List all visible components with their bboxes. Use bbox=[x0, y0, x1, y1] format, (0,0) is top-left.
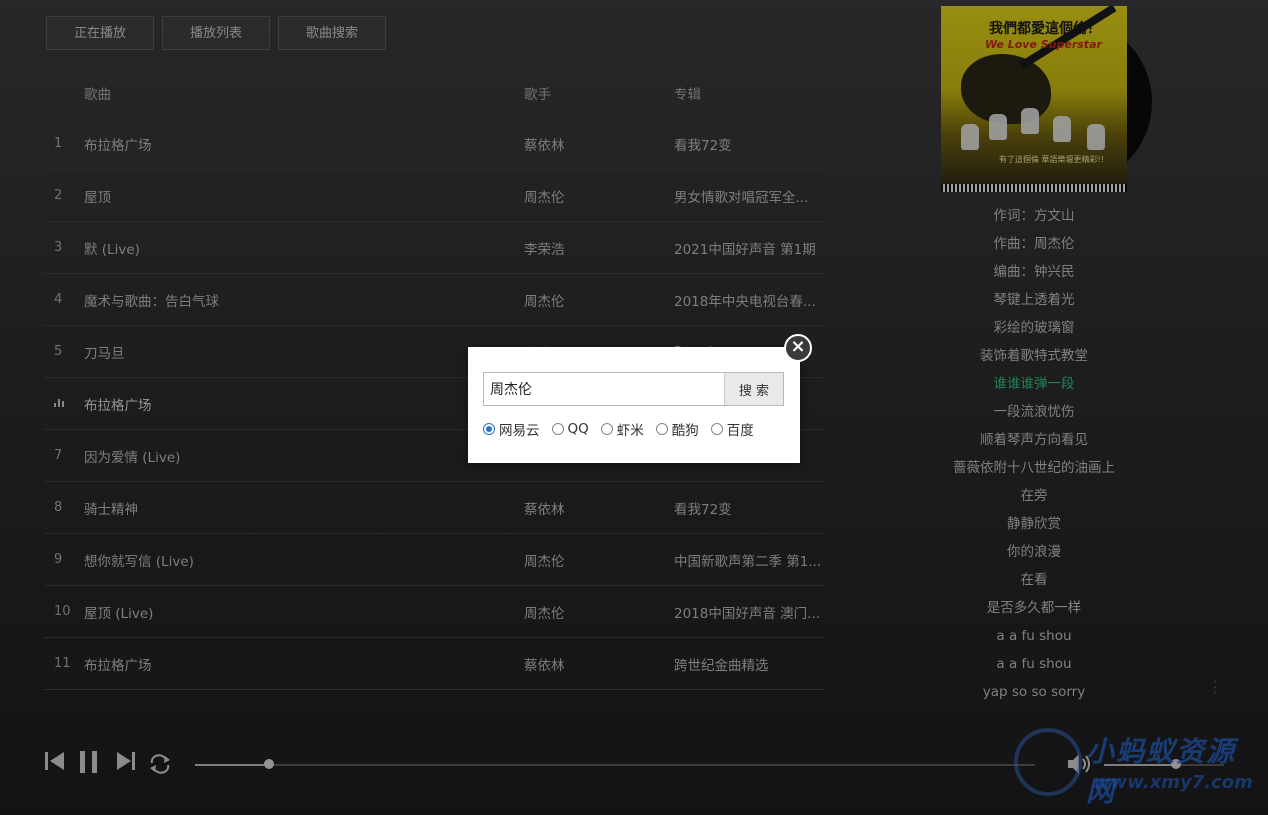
radio-icon[interactable] bbox=[600, 423, 613, 435]
search-button[interactable]: 搜 索 bbox=[724, 373, 783, 405]
source-label: 虾米 bbox=[616, 423, 644, 439]
radio-icon[interactable] bbox=[551, 423, 564, 435]
radio-icon[interactable] bbox=[655, 423, 668, 435]
search-row: 搜 索 bbox=[483, 372, 784, 406]
source-option[interactable]: 虾米 bbox=[600, 419, 644, 439]
radio-icon[interactable] bbox=[483, 423, 495, 435]
source-label: 网易云 bbox=[499, 423, 540, 439]
source-option[interactable]: 百度 bbox=[710, 419, 754, 439]
close-icon[interactable]: × bbox=[784, 334, 812, 362]
source-label: QQ bbox=[567, 421, 589, 437]
source-option[interactable]: QQ bbox=[551, 419, 589, 439]
source-option[interactable]: 网易云 bbox=[483, 419, 540, 439]
search-input[interactable] bbox=[484, 373, 724, 405]
source-label: 百度 bbox=[726, 423, 754, 439]
search-dialog: 搜 索 网易云 QQ 虾米 酷狗 百度 bbox=[468, 347, 800, 463]
source-options: 网易云 QQ 虾米 酷狗 百度 bbox=[483, 419, 754, 439]
source-label: 酷狗 bbox=[671, 423, 699, 439]
radio-icon[interactable] bbox=[710, 423, 723, 435]
source-option[interactable]: 酷狗 bbox=[655, 419, 699, 439]
